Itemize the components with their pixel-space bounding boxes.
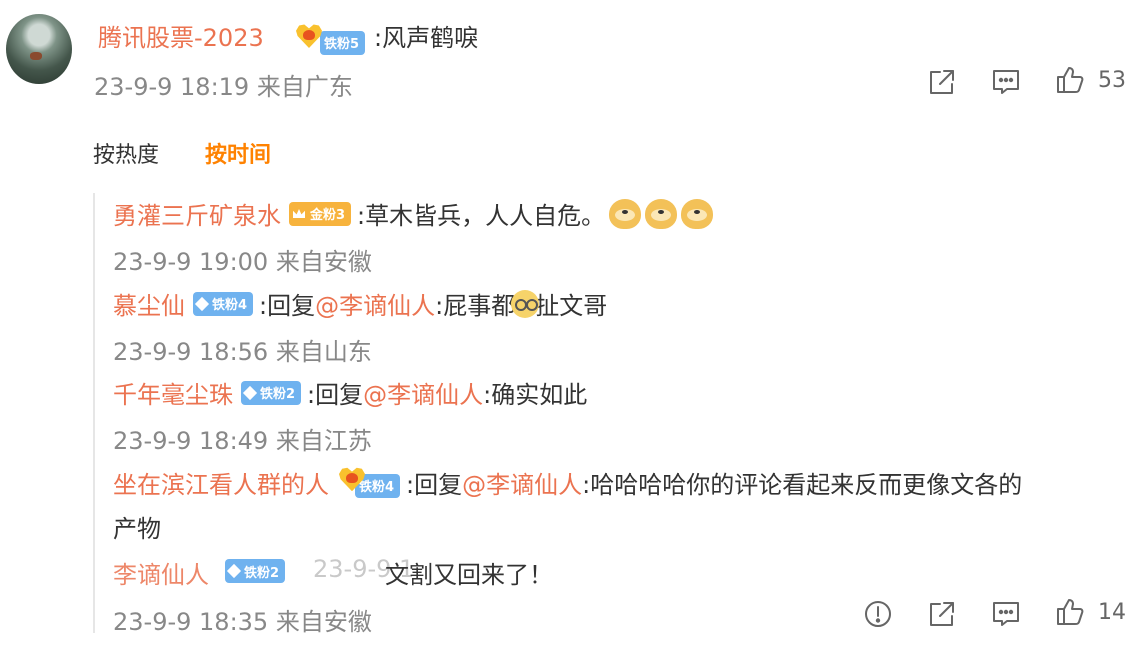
reply-prefix: :回复 xyxy=(307,381,364,409)
reply-row: 勇灌三斤矿泉水 金粉3 :草木皆兵，人人自危。 xyxy=(113,196,714,231)
dog-emoji-icon xyxy=(609,198,642,229)
reply-username[interactable]: 千年毫尘珠 xyxy=(113,375,233,410)
main-comment-username[interactable]: 腾讯股票-2023 xyxy=(98,18,264,53)
avatar[interactable] xyxy=(6,14,72,84)
fan-badge-label: 铁粉2 xyxy=(225,559,286,583)
main-comment-text: :风声鹤唳 xyxy=(374,24,479,52)
like-button[interactable]: 53 xyxy=(1054,64,1126,96)
like-button[interactable]: 14 xyxy=(1054,596,1126,628)
diamond-icon xyxy=(226,563,242,579)
share-button[interactable] xyxy=(926,66,958,98)
share-icon xyxy=(930,602,954,626)
reply-text: :草木皆兵，人人自危。 xyxy=(357,202,606,230)
fan-badge: 金粉3 xyxy=(289,201,352,226)
reply-username[interactable]: 坐在滨江看人群的人 xyxy=(113,465,329,500)
reply-meta: 23-9-9 18:49 来自江苏 xyxy=(113,427,372,455)
share-button[interactable] xyxy=(926,598,958,630)
reply-text: :屁事都 xyxy=(435,292,516,320)
report-button[interactable] xyxy=(862,598,894,630)
reply-meta: 23-9-9 18:56 来自山东 xyxy=(113,338,372,366)
reply-row: 慕尘仙 铁粉4 :回复 @李谪仙人:屁事都 扯文哥 xyxy=(113,286,607,321)
tab-sort-by-hot[interactable]: 按热度 xyxy=(93,137,159,169)
reply-row: 千年毫尘珠 铁粉2 :回复 @李谪仙人:确实如此 xyxy=(113,375,587,410)
reply-username[interactable]: 慕尘仙 xyxy=(113,286,185,321)
mention-link[interactable]: @李谪仙人 xyxy=(462,465,582,500)
fan-badge-label: 铁粉5 xyxy=(320,30,366,55)
reply-prefix: :回复 xyxy=(406,471,463,499)
reply-meta: 23-9-9 18:35 来自安徽 xyxy=(113,608,372,636)
reply-text-line2: 产物 xyxy=(113,515,161,543)
diamond-icon xyxy=(242,385,258,400)
facepalm-emoji-icon xyxy=(511,289,540,318)
crown-icon xyxy=(293,209,305,218)
comment-icon xyxy=(993,602,1019,626)
reply-text: 文割又回来了！ xyxy=(385,561,553,589)
heart-icon xyxy=(296,24,322,48)
share-icon xyxy=(930,70,954,94)
report-icon xyxy=(865,601,891,627)
heart-icon xyxy=(339,467,365,491)
like-icon xyxy=(1057,599,1084,625)
fan-badge: 铁粉5 xyxy=(296,24,371,55)
dog-emoji-icon xyxy=(681,198,714,229)
diamond-icon xyxy=(194,296,210,311)
fan-badge: 铁粉4 xyxy=(193,291,254,316)
fan-badge: 铁粉4 xyxy=(339,467,406,498)
comment-icon xyxy=(993,70,1019,94)
reply-row: 坐在滨江看人群的人 铁粉4 :回复 @李谪仙人:哈哈哈哈你的评论看起来反而更像文各… xyxy=(113,465,1022,500)
tab-sort-by-time[interactable]: 按时间 xyxy=(205,137,271,169)
mention-link[interactable]: @李谪仙人 xyxy=(315,286,435,321)
fan-badge: 铁粉2 xyxy=(241,380,302,405)
mention-link[interactable]: @李谪仙人 xyxy=(363,375,483,410)
reply-prefix: :回复 xyxy=(259,292,316,320)
main-comment-meta: 23-9-9 18:19 来自广东 xyxy=(94,73,353,101)
reply-text: :确实如此 xyxy=(483,381,588,409)
comment-button[interactable] xyxy=(990,598,1022,630)
like-count: 14 xyxy=(1098,599,1126,625)
reply-text: :哈哈哈哈你的评论看起来反而更像文各的 xyxy=(582,471,1023,499)
reply-thread-line xyxy=(93,193,95,633)
reply-username[interactable]: 李谪仙人 xyxy=(113,555,209,590)
dog-emoji-icon xyxy=(645,198,678,229)
like-count: 53 xyxy=(1098,67,1126,93)
reply-username[interactable]: 勇灌三斤矿泉水 xyxy=(113,196,281,231)
like-icon xyxy=(1057,67,1084,93)
reply-text-continued: 扯文哥 xyxy=(535,292,608,320)
fan-badge: 铁粉2 xyxy=(217,559,291,583)
comment-button[interactable] xyxy=(990,66,1022,98)
reply-row: 李谪仙人 23-9-9 1 铁粉2 文割又回来了！ xyxy=(113,553,553,590)
reply-meta: 23-9-9 19:00 来自安徽 xyxy=(113,248,372,276)
